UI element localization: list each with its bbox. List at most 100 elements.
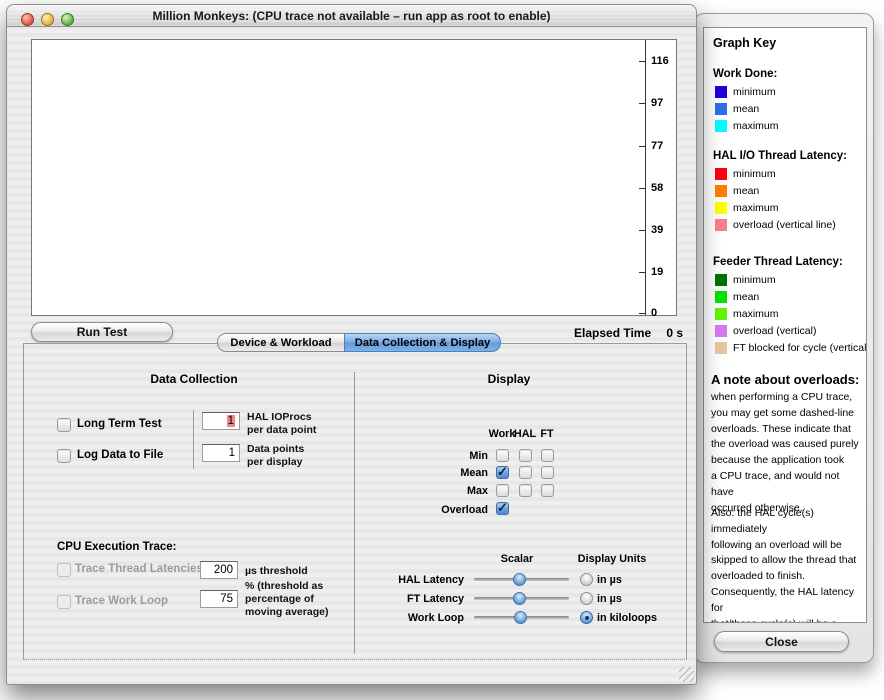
legend-item: FT blocked for cycle (vertical)	[715, 342, 867, 354]
ft-latency-us-radio[interactable]	[580, 592, 593, 605]
hal-latency-slider-thumb[interactable]	[513, 573, 526, 586]
color-swatch	[715, 202, 727, 214]
tab-panel: Data Collection Long Term Test Log Data …	[23, 343, 687, 660]
y-axis-label: 39	[651, 224, 677, 236]
elapsed-time-value: 0 s	[641, 326, 683, 340]
matrix-row-min-label: Min	[408, 450, 488, 462]
legend-item: maximum	[715, 308, 779, 320]
close-window-icon[interactable]	[21, 13, 34, 26]
matrix-row-overload-label: Overload	[408, 504, 488, 516]
data-collection-header: Data Collection	[64, 372, 324, 386]
graph-key-window: Graph Key Work Done: minimum mean maximu…	[694, 13, 874, 663]
work-loop-slider-label: Work Loop	[384, 612, 464, 624]
y-axis-label: 116	[651, 55, 677, 67]
percent-threshold-field[interactable]: 75	[200, 590, 238, 608]
checkbox-mean-ft[interactable]	[541, 466, 554, 479]
key-section-work-done: Work Done:	[713, 68, 777, 80]
section-divider	[354, 372, 355, 654]
percent-threshold-label: percentage of	[245, 593, 314, 605]
checkbox-max-ft[interactable]	[541, 484, 554, 497]
legend-item: minimum	[715, 274, 776, 286]
legend-item: mean	[715, 103, 759, 115]
color-swatch	[715, 219, 727, 231]
y-axis-label: 97	[651, 97, 677, 109]
percent-threshold-label: moving average)	[245, 606, 328, 618]
checkbox-mean-work[interactable]	[496, 466, 509, 479]
note-paragraph-1: when performing a CPU trace, you may get…	[711, 390, 865, 516]
work-loop-unit-label: in kiloloops	[597, 612, 657, 624]
y-axis-tick	[639, 188, 646, 189]
ft-latency-slider-thumb[interactable]	[513, 592, 526, 605]
color-swatch	[715, 274, 727, 286]
elapsed-time-label: Elapsed Time	[574, 326, 651, 340]
window-title: Million Monkeys: (CPU trace not availabl…	[87, 9, 616, 23]
legend-item: mean	[715, 291, 759, 303]
y-axis-label: 19	[651, 266, 677, 278]
checkbox-min-hal[interactable]	[519, 449, 532, 462]
data-points-field[interactable]: 1	[202, 444, 240, 462]
trace-thread-latencies-label: Trace Thread Latencies	[75, 563, 203, 575]
y-axis-label: 77	[651, 140, 677, 152]
hal-ioprocs-field[interactable]: 1	[202, 412, 240, 430]
color-swatch	[715, 291, 727, 303]
display-header: Display	[354, 372, 664, 386]
legend-item: minimum	[715, 86, 776, 98]
us-threshold-field[interactable]: 200	[200, 561, 238, 579]
legend-item: maximum	[715, 120, 779, 132]
graph-key-panel: Graph Key Work Done: minimum mean maximu…	[703, 27, 867, 623]
checkbox-mean-hal[interactable]	[519, 466, 532, 479]
tab-data-collection-display[interactable]: Data Collection & Display	[344, 333, 501, 352]
hal-ioprocs-label: per data point	[247, 424, 316, 436]
legend-item: overload (vertical line)	[715, 219, 836, 231]
us-threshold-label: µs threshold	[245, 565, 308, 577]
legend-item: maximum	[715, 202, 779, 214]
y-axis-tick	[639, 313, 646, 314]
y-axis-tick	[639, 103, 646, 104]
tab-device-workload[interactable]: Device & Workload	[217, 333, 344, 352]
color-swatch	[715, 86, 727, 98]
cpu-trace-header: CPU Execution Trace:	[57, 541, 177, 553]
hal-latency-us-radio[interactable]	[580, 573, 593, 586]
trace-work-loop-checkbox[interactable]	[57, 595, 71, 609]
data-points-label: Data points	[247, 443, 304, 455]
divider	[193, 410, 194, 469]
matrix-row-mean-label: Mean	[408, 467, 488, 479]
resize-grip[interactable]	[679, 667, 694, 682]
y-axis-label: 0	[651, 307, 677, 319]
close-button[interactable]: Close	[714, 631, 849, 652]
graph-plot-area: 116 97 77 58 39 19 0	[31, 39, 677, 316]
trace-work-loop-label: Trace Work Loop	[75, 595, 168, 607]
long-term-test-checkbox[interactable]	[57, 418, 71, 432]
color-swatch	[715, 120, 727, 132]
long-term-test-label: Long Term Test	[77, 418, 162, 430]
zoom-window-icon[interactable]	[61, 13, 74, 26]
title-bar[interactable]: Million Monkeys: (CPU trace not availabl…	[7, 5, 696, 27]
work-loop-kiloloops-radio[interactable]	[580, 611, 593, 624]
display-units-header: Display Units	[562, 553, 662, 565]
checkbox-overload-work[interactable]	[496, 502, 509, 515]
run-test-button[interactable]: Run Test	[31, 322, 173, 342]
checkbox-max-hal[interactable]	[519, 484, 532, 497]
data-points-label: per display	[247, 456, 302, 468]
color-swatch	[715, 185, 727, 197]
percent-threshold-label: % (threshold as	[245, 580, 323, 592]
color-swatch	[715, 168, 727, 180]
minimize-window-icon[interactable]	[41, 13, 54, 26]
y-axis-tick	[639, 146, 646, 147]
key-section-hal-latency: HAL I/O Thread Latency:	[713, 150, 847, 162]
y-axis-tick	[639, 230, 646, 231]
note-title: A note about overloads:	[711, 372, 859, 387]
main-window: Million Monkeys: (CPU trace not availabl…	[6, 4, 697, 685]
checkbox-max-work[interactable]	[496, 484, 509, 497]
y-axis	[645, 40, 646, 315]
legend-item: overload (vertical)	[715, 325, 816, 337]
log-data-to-file-checkbox[interactable]	[57, 449, 71, 463]
y-axis-tick	[639, 61, 646, 62]
color-swatch	[715, 308, 727, 320]
checkbox-min-work[interactable]	[496, 449, 509, 462]
note-paragraph-2: Also: the HAL cycle(s) immediately follo…	[711, 506, 865, 623]
matrix-col-ft: FT	[532, 428, 562, 440]
checkbox-min-ft[interactable]	[541, 449, 554, 462]
work-loop-slider-thumb[interactable]	[514, 611, 527, 624]
trace-thread-latencies-checkbox[interactable]	[57, 563, 71, 577]
